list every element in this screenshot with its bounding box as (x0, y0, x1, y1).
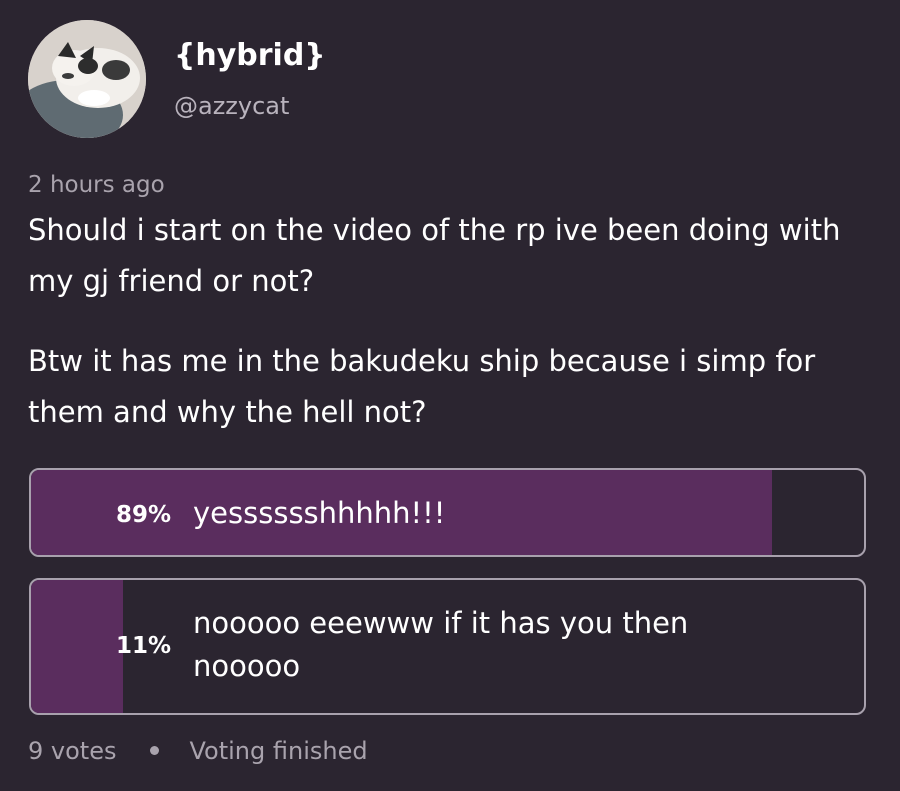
display-name[interactable]: {hybrid} (174, 38, 326, 73)
cat-photo-icon (28, 20, 146, 138)
avatar[interactable] (28, 20, 146, 138)
poll-option-2[interactable]: 11% nooooo eeewww if it has you then noo… (29, 578, 866, 715)
poll-option-1[interactable]: 89% yesssssshhhhh!!! (29, 468, 866, 557)
separator-dot-icon (150, 745, 160, 755)
poll-option-label: nooooo eeewww if it has you then nooooo (193, 606, 689, 683)
post-paragraph: Should i start on the video of the rp iv… (28, 213, 841, 298)
poll-post: {hybrid} @azzycat 2 hours ago Should i s… (0, 0, 900, 791)
username[interactable]: @azzycat (174, 92, 289, 120)
vote-count: 9 votes (28, 737, 117, 765)
poll-percentage: 89% (115, 502, 171, 528)
post-body: Should i start on the video of the rp iv… (28, 205, 868, 467)
timestamp: 2 hours ago (28, 172, 165, 198)
poll-percentage: 11% (115, 633, 171, 659)
poll-option-label: yesssssshhhhh!!! (193, 496, 446, 530)
post-paragraph: Btw it has me in the bakudeku ship becau… (28, 344, 816, 429)
poll-status: Voting finished (189, 737, 368, 765)
poll-footer: 9 votes Voting finished (28, 737, 368, 765)
